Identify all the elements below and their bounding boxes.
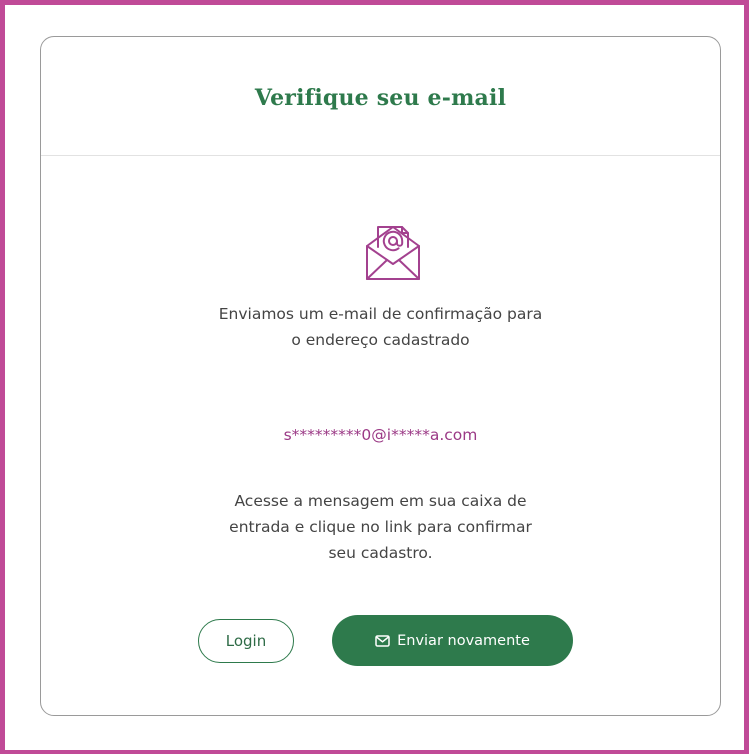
login-button[interactable]: Login bbox=[198, 619, 294, 663]
verification-card: Verifique seu e-mail Enviamos um e-mail … bbox=[40, 36, 721, 716]
resend-email-button[interactable]: Enviar novamente bbox=[332, 615, 573, 666]
page-title: Verifique seu e-mail bbox=[254, 85, 507, 111]
confirmation-sent-message: Enviamos um e-mail de confirmação para o… bbox=[218, 305, 543, 349]
card-header: Verifique seu e-mail bbox=[41, 37, 720, 156]
resend-email-button-label: Enviar novamente bbox=[397, 632, 530, 649]
envelope-icon bbox=[375, 634, 390, 647]
instructions-message: Acesse a mensagem em sua caixa de entrad… bbox=[229, 492, 532, 562]
login-button-label: Login bbox=[225, 632, 267, 650]
page-frame: Verifique seu e-mail Enviamos um e-mail … bbox=[0, 0, 749, 754]
open-envelope-at-icon bbox=[366, 226, 420, 280]
masked-email: s*********0@i*****a.com bbox=[283, 426, 478, 444]
